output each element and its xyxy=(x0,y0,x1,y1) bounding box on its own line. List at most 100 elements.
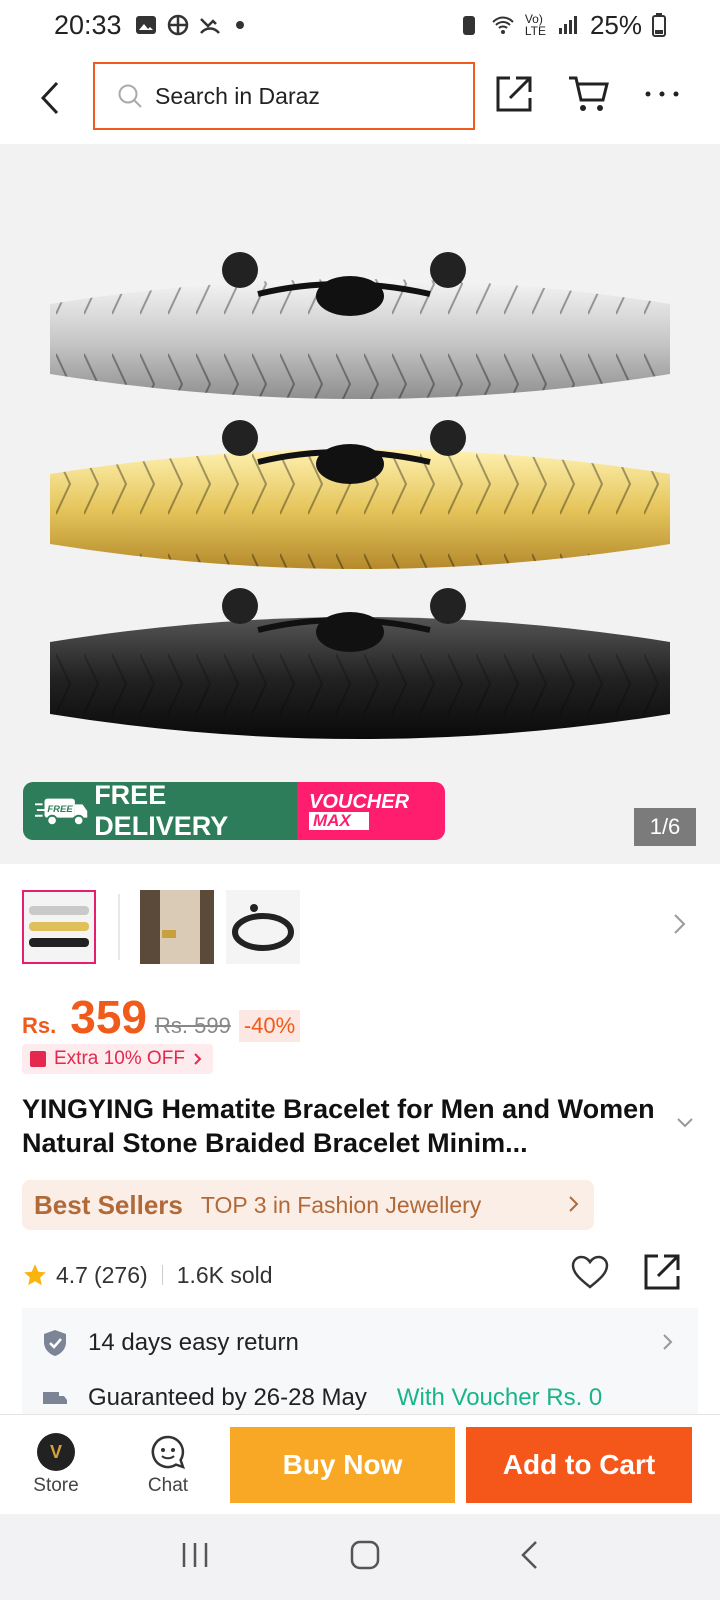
back-button[interactable] xyxy=(30,74,70,122)
heart-icon xyxy=(571,1255,609,1289)
signal-icon xyxy=(558,16,577,34)
chevron-right-icon xyxy=(663,1334,673,1350)
header: Search in Daraz xyxy=(0,50,720,144)
currency-label: Rs. xyxy=(22,1013,57,1038)
more-button[interactable] xyxy=(640,72,684,116)
delivery-truck-icon: FREE xyxy=(35,798,88,827)
voucher-text: VOUCHER xyxy=(309,791,410,813)
original-price: Rs. 599 xyxy=(155,1013,231,1038)
thumbnail-2[interactable] xyxy=(140,890,214,964)
delivery-voucher-text: With Voucher Rs. 0 xyxy=(396,1384,603,1411)
delivery-row[interactable]: Guaranteed by 26-28 May With Voucher Rs.… xyxy=(22,1378,698,1416)
product-image xyxy=(50,252,670,739)
review-count[interactable]: (276) xyxy=(94,1262,148,1289)
system-back-button[interactable] xyxy=(520,1540,540,1575)
thumbnail-image xyxy=(140,890,214,964)
battery-percent: 25% xyxy=(589,9,642,40)
wifi-icon xyxy=(492,16,514,34)
more-icon xyxy=(645,91,679,97)
rating-row: 4.7 (276) 1.6K sold xyxy=(22,1252,698,1298)
thumbnail-1[interactable] xyxy=(22,890,96,964)
recent-apps-button[interactable] xyxy=(180,1541,210,1574)
current-price: 359 xyxy=(70,991,147,1043)
buy-now-button[interactable]: Buy Now xyxy=(230,1427,455,1503)
thumbnail-image xyxy=(24,892,94,962)
back-icon xyxy=(521,1540,537,1569)
volte-icon: Vo) LTE xyxy=(524,12,546,38)
search-placeholder: Search in Daraz xyxy=(155,82,320,109)
return-text: 14 days easy return xyxy=(88,1329,299,1356)
free-delivery-text: FREE DELIVERY xyxy=(94,782,229,840)
rating-value: 4.7 xyxy=(56,1261,88,1288)
chevron-right-icon xyxy=(194,1053,202,1065)
shield-icon xyxy=(44,1330,66,1356)
sold-count: 1.6K sold xyxy=(176,1261,273,1288)
chevron-right-icon xyxy=(569,1196,579,1212)
status-notification-icons xyxy=(134,13,244,37)
status-right: Vo) LTE 25% xyxy=(457,10,666,41)
store-logo-icon: V xyxy=(37,1433,75,1471)
share-product-button[interactable] xyxy=(642,1252,682,1298)
cart-button[interactable] xyxy=(566,72,610,116)
share-icon xyxy=(644,1254,680,1290)
thumbnail-image xyxy=(226,890,300,964)
voucher-max-badge: VOUCHER MAX xyxy=(297,782,445,840)
dot-icon xyxy=(235,21,244,29)
best-sellers-label: Best Sellers xyxy=(34,1189,183,1220)
voucher-tag-icon xyxy=(30,1051,46,1067)
battery-icon xyxy=(652,13,666,37)
expand-title-button[interactable] xyxy=(676,1116,694,1134)
thumbnail-divider xyxy=(118,894,120,960)
bracelet-gold xyxy=(50,420,670,569)
share-button[interactable] xyxy=(492,72,536,116)
best-sellers-text: TOP 3 in Fashion Jewellery xyxy=(200,1191,482,1218)
home-button[interactable] xyxy=(350,1540,380,1575)
status-time: 20:33 xyxy=(54,9,122,40)
store-button[interactable]: V Store xyxy=(6,1433,106,1497)
chat-label: Chat xyxy=(147,1475,189,1496)
delivery-icon xyxy=(43,1392,67,1404)
missed-call-icon xyxy=(199,18,220,34)
bottom-action-bar: V Store Chat Buy Now Add to Cart xyxy=(0,1414,720,1514)
cart-icon xyxy=(569,76,609,111)
discount-badge: -40% xyxy=(238,1010,301,1042)
promo-banner: FREE FREE DELIVERY VOUCHER MAX xyxy=(23,782,445,840)
search-icon xyxy=(118,84,142,108)
product-image-gallery[interactable] xyxy=(0,144,720,864)
extra-offer-chip[interactable]: Extra 10% OFF xyxy=(22,1044,213,1074)
thumbnail-next-button[interactable] xyxy=(672,912,686,941)
battery-saver-icon xyxy=(462,16,475,35)
divider xyxy=(161,1265,163,1285)
chat-icon xyxy=(151,1435,186,1470)
status-bar: 20:33 Vo) LTE 25% xyxy=(0,0,720,50)
delivery-text: Guaranteed by 26-28 May xyxy=(88,1384,367,1411)
search-input[interactable]: Search in Daraz xyxy=(93,62,475,130)
bracelet-black xyxy=(50,588,670,739)
free-badge-text: FREE xyxy=(47,804,73,815)
gallery-icon xyxy=(135,16,156,34)
chevron-down-icon xyxy=(677,1118,693,1128)
back-icon xyxy=(40,81,59,115)
thumbnail-strip xyxy=(22,890,698,964)
star-icon xyxy=(24,1264,46,1286)
bracelet-silver xyxy=(50,252,670,399)
system-nav-bar xyxy=(0,1514,720,1600)
price-row: Rs. 359 Rs. 599 -40% xyxy=(22,990,301,1044)
pinwheel-icon xyxy=(167,14,188,36)
store-label: Store xyxy=(33,1475,79,1496)
service-info-box: 14 days easy return Guaranteed by 26-28 … xyxy=(22,1308,698,1416)
extra-offer-text: Extra 10% OFF xyxy=(54,1048,185,1069)
add-to-cart-button[interactable]: Add to Cart xyxy=(466,1427,692,1503)
image-pager: 1/6 xyxy=(634,808,696,846)
chat-button[interactable]: Chat xyxy=(118,1433,218,1497)
share-icon xyxy=(496,76,532,112)
free-delivery-badge: FREE FREE DELIVERY xyxy=(23,782,297,840)
thumbnail-3[interactable] xyxy=(226,890,300,964)
wishlist-button[interactable] xyxy=(570,1254,610,1296)
home-icon xyxy=(350,1540,380,1569)
best-sellers-banner[interactable]: Best Sellers TOP 3 in Fashion Jewellery xyxy=(22,1180,594,1230)
voucher-max-text: MAX xyxy=(309,812,369,830)
chevron-right-icon xyxy=(674,914,686,934)
return-policy-row[interactable]: 14 days easy return xyxy=(22,1308,698,1378)
recent-apps-icon xyxy=(182,1542,208,1567)
